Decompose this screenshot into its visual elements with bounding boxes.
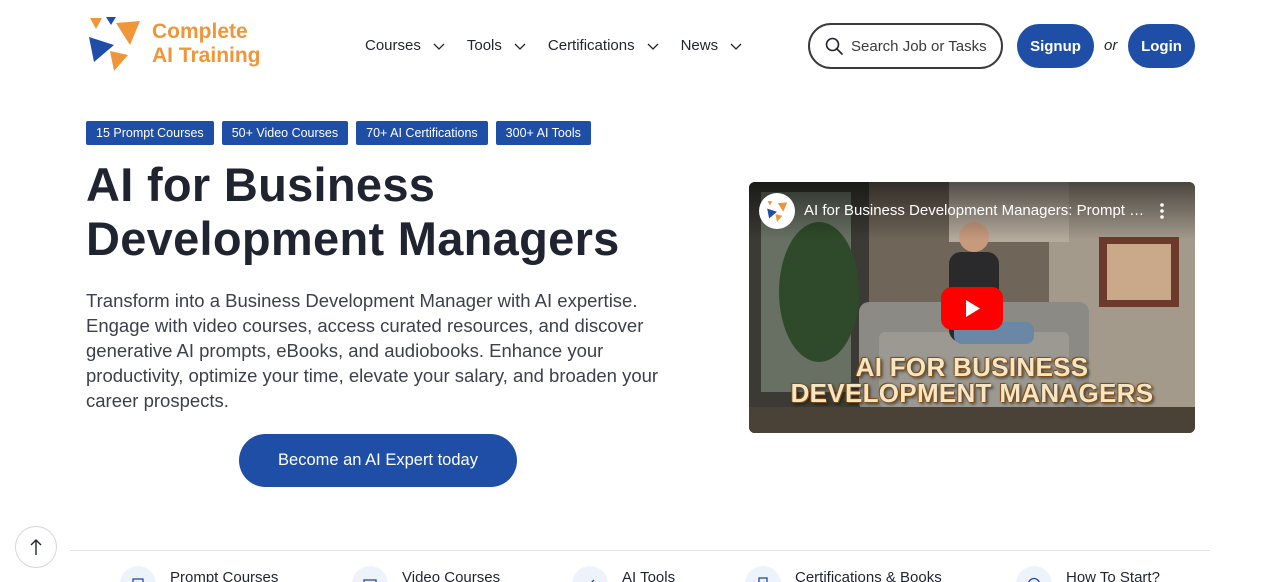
nav-tools-label: Tools <box>466 36 502 54</box>
category-video-courses[interactable]: Video Courses <box>352 566 500 582</box>
arrow-up-icon <box>30 539 42 555</box>
overlay-line1: AI FOR BUSINESS <box>855 352 1089 382</box>
overlay-line2: DEVELOPMENT MANAGERS <box>790 378 1154 408</box>
stats-badges: 15 Prompt Courses 50+ Video Courses 70+ … <box>86 121 591 145</box>
logo-name-line1: Complete <box>152 20 248 43</box>
category-label: Certifications & Books <box>795 568 942 582</box>
book-icon <box>745 566 781 582</box>
more-vertical-icon[interactable] <box>1156 201 1168 221</box>
video-overlay-text: AI FOR BUSINESS DEVELOPMENT MANAGERS <box>749 354 1195 406</box>
category-certifications-books[interactable]: Certifications & Books <box>745 566 942 582</box>
badge-prompt-courses: 15 Prompt Courses <box>86 121 214 145</box>
logo-name-line2: AI Training <box>152 44 261 67</box>
channel-logo-icon <box>767 201 788 222</box>
category-label: Prompt Courses <box>170 568 279 582</box>
logo-text: Complete AI Training <box>152 20 261 68</box>
nav-news[interactable]: News <box>681 33 743 57</box>
search-input[interactable] <box>851 37 999 55</box>
badge-video-courses: 50+ Video Courses <box>221 121 349 145</box>
video-icon <box>352 566 388 582</box>
nav-certifications[interactable]: Certifications <box>548 33 659 57</box>
site-header: Complete AI Training Courses Tools Certi… <box>0 0 1280 92</box>
nav-courses-label: Courses <box>365 36 421 54</box>
category-how-to-start[interactable]: How To Start? <box>1016 566 1160 582</box>
category-label: How To Start? <box>1066 568 1160 582</box>
category-prompt-courses[interactable]: Prompt Courses <box>120 566 278 582</box>
nav-news-label: News <box>680 36 719 54</box>
category-label: AI Tools <box>622 568 676 582</box>
hero-description: Transform into a Business Development Ma… <box>86 290 659 411</box>
search-box[interactable] <box>808 23 1003 69</box>
page-title: AI for Business Development Managers <box>86 158 620 265</box>
category-ai-tools[interactable]: AI Tools <box>572 566 675 582</box>
section-divider <box>70 550 1210 551</box>
search-icon <box>825 37 843 55</box>
badge-ai-certifications: 70+ AI Certifications <box>356 121 488 145</box>
chevron-down-icon <box>730 43 742 50</box>
signup-button[interactable]: Signup <box>1017 24 1094 68</box>
video-player[interactable]: AI for Business Development Managers: Pr… <box>749 182 1195 433</box>
nav-courses[interactable]: Courses <box>365 33 445 57</box>
help-icon <box>1016 566 1052 582</box>
chevron-down-icon <box>433 43 445 50</box>
chevron-down-icon <box>514 43 526 50</box>
site-logo[interactable]: Complete AI Training <box>86 15 261 73</box>
channel-avatar[interactable] <box>759 193 795 229</box>
logo-icon <box>89 17 140 71</box>
prompt-icon <box>120 566 156 582</box>
login-button[interactable]: Login <box>1128 24 1195 68</box>
badge-ai-tools: 300+ AI Tools <box>495 121 591 145</box>
nav-tools[interactable]: Tools <box>467 33 526 57</box>
category-nav: Prompt Courses Video Courses AI Tools Ce… <box>0 566 1280 582</box>
video-title[interactable]: AI for Business Development Managers: Pr… <box>804 202 1149 219</box>
category-label: Video Courses <box>402 568 501 582</box>
play-icon[interactable] <box>941 287 1003 330</box>
back-to-top-button[interactable] <box>15 526 57 568</box>
or-separator: or <box>1104 37 1118 54</box>
tools-icon <box>572 566 608 582</box>
main-nav: Courses Tools Certifications News <box>365 33 764 57</box>
nav-certifications-label: Certifications <box>547 36 635 54</box>
become-expert-button[interactable]: Become an AI Expert today <box>239 434 517 487</box>
chevron-down-icon <box>647 43 659 50</box>
